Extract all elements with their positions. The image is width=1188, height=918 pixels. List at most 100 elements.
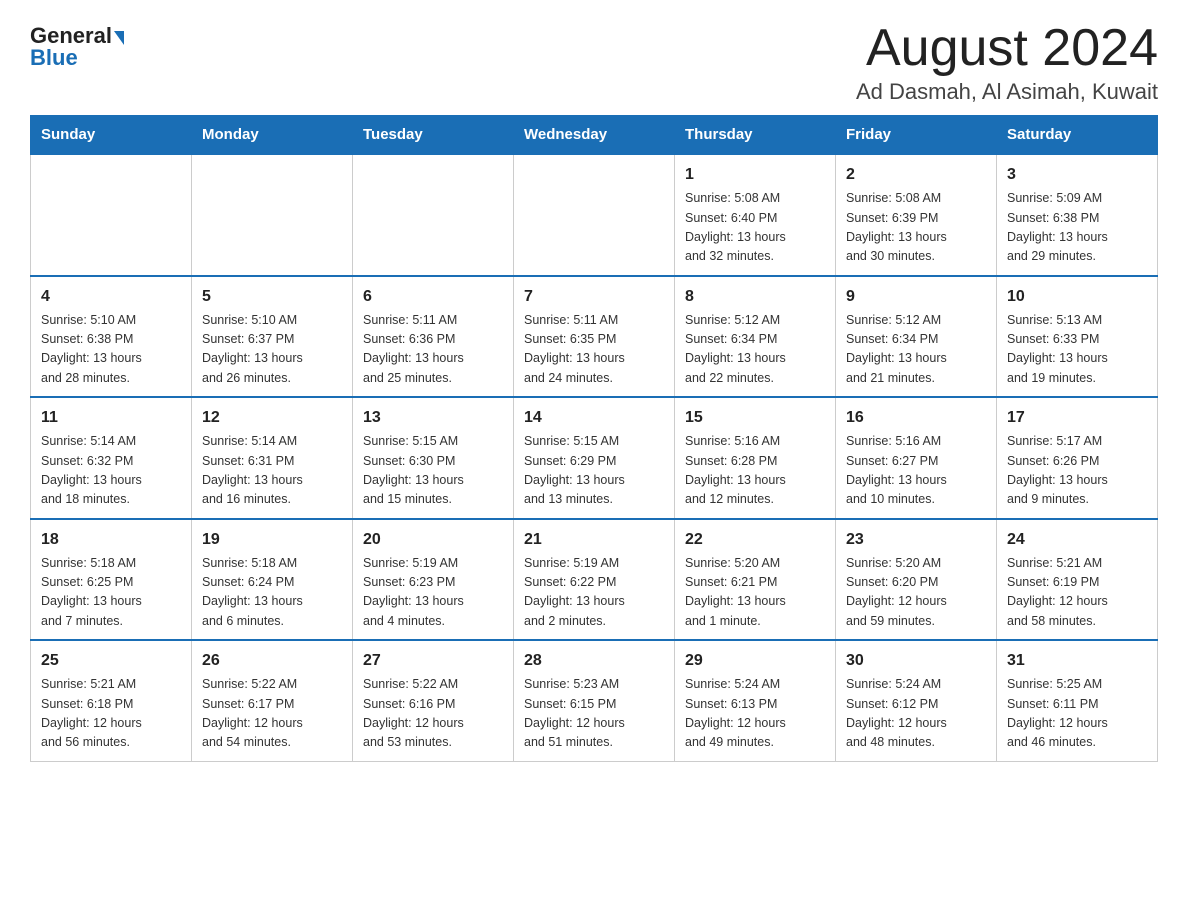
day-number: 22 (685, 528, 825, 552)
calendar-cell: 20Sunrise: 5:19 AM Sunset: 6:23 PM Dayli… (353, 519, 514, 641)
day-number: 7 (524, 285, 664, 309)
calendar-cell: 10Sunrise: 5:13 AM Sunset: 6:33 PM Dayli… (997, 276, 1158, 398)
day-info: Sunrise: 5:20 AM Sunset: 6:21 PM Dayligh… (685, 554, 825, 632)
calendar-cell: 18Sunrise: 5:18 AM Sunset: 6:25 PM Dayli… (31, 519, 192, 641)
calendar-cell: 19Sunrise: 5:18 AM Sunset: 6:24 PM Dayli… (192, 519, 353, 641)
day-number: 27 (363, 649, 503, 673)
calendar-cell: 4Sunrise: 5:10 AM Sunset: 6:38 PM Daylig… (31, 276, 192, 398)
day-number: 24 (1007, 528, 1147, 552)
day-number: 17 (1007, 406, 1147, 430)
logo-triangle-icon (114, 31, 124, 45)
day-info: Sunrise: 5:25 AM Sunset: 6:11 PM Dayligh… (1007, 675, 1147, 753)
calendar-cell: 3Sunrise: 5:09 AM Sunset: 6:38 PM Daylig… (997, 154, 1158, 276)
calendar-cell: 2Sunrise: 5:08 AM Sunset: 6:39 PM Daylig… (836, 154, 997, 276)
day-number: 18 (41, 528, 181, 552)
day-number: 31 (1007, 649, 1147, 673)
calendar-cell: 21Sunrise: 5:19 AM Sunset: 6:22 PM Dayli… (514, 519, 675, 641)
calendar-cell: 28Sunrise: 5:23 AM Sunset: 6:15 PM Dayli… (514, 640, 675, 761)
day-number: 19 (202, 528, 342, 552)
day-info: Sunrise: 5:19 AM Sunset: 6:23 PM Dayligh… (363, 554, 503, 632)
location: Ad Dasmah, Al Asimah, Kuwait (856, 79, 1158, 105)
calendar-cell: 12Sunrise: 5:14 AM Sunset: 6:31 PM Dayli… (192, 397, 353, 519)
day-number: 15 (685, 406, 825, 430)
calendar-cell: 26Sunrise: 5:22 AM Sunset: 6:17 PM Dayli… (192, 640, 353, 761)
day-info: Sunrise: 5:19 AM Sunset: 6:22 PM Dayligh… (524, 554, 664, 632)
logo: General Blue (30, 20, 124, 71)
calendar-cell: 30Sunrise: 5:24 AM Sunset: 6:12 PM Dayli… (836, 640, 997, 761)
day-info: Sunrise: 5:12 AM Sunset: 6:34 PM Dayligh… (685, 311, 825, 389)
calendar-cell: 24Sunrise: 5:21 AM Sunset: 6:19 PM Dayli… (997, 519, 1158, 641)
weekday-header-monday: Monday (192, 116, 353, 155)
day-number: 20 (363, 528, 503, 552)
day-number: 3 (1007, 163, 1147, 187)
calendar-cell: 9Sunrise: 5:12 AM Sunset: 6:34 PM Daylig… (836, 276, 997, 398)
weekday-header-saturday: Saturday (997, 116, 1158, 155)
day-info: Sunrise: 5:21 AM Sunset: 6:19 PM Dayligh… (1007, 554, 1147, 632)
week-row-3: 11Sunrise: 5:14 AM Sunset: 6:32 PM Dayli… (31, 397, 1158, 519)
calendar-cell: 6Sunrise: 5:11 AM Sunset: 6:36 PM Daylig… (353, 276, 514, 398)
calendar-table: SundayMondayTuesdayWednesdayThursdayFrid… (30, 115, 1158, 762)
day-info: Sunrise: 5:14 AM Sunset: 6:31 PM Dayligh… (202, 432, 342, 510)
day-info: Sunrise: 5:18 AM Sunset: 6:25 PM Dayligh… (41, 554, 181, 632)
page-header: General Blue August 2024 Ad Dasmah, Al A… (30, 20, 1158, 105)
weekday-header-friday: Friday (836, 116, 997, 155)
calendar-cell: 8Sunrise: 5:12 AM Sunset: 6:34 PM Daylig… (675, 276, 836, 398)
calendar-cell: 17Sunrise: 5:17 AM Sunset: 6:26 PM Dayli… (997, 397, 1158, 519)
calendar-cell: 25Sunrise: 5:21 AM Sunset: 6:18 PM Dayli… (31, 640, 192, 761)
calendar-cell: 7Sunrise: 5:11 AM Sunset: 6:35 PM Daylig… (514, 276, 675, 398)
day-number: 12 (202, 406, 342, 430)
calendar-cell: 13Sunrise: 5:15 AM Sunset: 6:30 PM Dayli… (353, 397, 514, 519)
day-number: 29 (685, 649, 825, 673)
day-number: 21 (524, 528, 664, 552)
calendar-cell: 11Sunrise: 5:14 AM Sunset: 6:32 PM Dayli… (31, 397, 192, 519)
day-number: 11 (41, 406, 181, 430)
weekday-header-wednesday: Wednesday (514, 116, 675, 155)
calendar-cell: 14Sunrise: 5:15 AM Sunset: 6:29 PM Dayli… (514, 397, 675, 519)
day-number: 13 (363, 406, 503, 430)
day-number: 2 (846, 163, 986, 187)
day-info: Sunrise: 5:22 AM Sunset: 6:17 PM Dayligh… (202, 675, 342, 753)
week-row-4: 18Sunrise: 5:18 AM Sunset: 6:25 PM Dayli… (31, 519, 1158, 641)
day-info: Sunrise: 5:09 AM Sunset: 6:38 PM Dayligh… (1007, 189, 1147, 267)
week-row-5: 25Sunrise: 5:21 AM Sunset: 6:18 PM Dayli… (31, 640, 1158, 761)
day-number: 1 (685, 163, 825, 187)
day-info: Sunrise: 5:08 AM Sunset: 6:40 PM Dayligh… (685, 189, 825, 267)
day-number: 16 (846, 406, 986, 430)
day-info: Sunrise: 5:24 AM Sunset: 6:12 PM Dayligh… (846, 675, 986, 753)
day-info: Sunrise: 5:11 AM Sunset: 6:35 PM Dayligh… (524, 311, 664, 389)
weekday-header-thursday: Thursday (675, 116, 836, 155)
day-number: 10 (1007, 285, 1147, 309)
day-info: Sunrise: 5:11 AM Sunset: 6:36 PM Dayligh… (363, 311, 503, 389)
logo-blue: Blue (30, 45, 78, 71)
day-info: Sunrise: 5:17 AM Sunset: 6:26 PM Dayligh… (1007, 432, 1147, 510)
calendar-cell: 16Sunrise: 5:16 AM Sunset: 6:27 PM Dayli… (836, 397, 997, 519)
day-info: Sunrise: 5:15 AM Sunset: 6:29 PM Dayligh… (524, 432, 664, 510)
day-number: 5 (202, 285, 342, 309)
day-number: 25 (41, 649, 181, 673)
day-number: 14 (524, 406, 664, 430)
calendar-cell (353, 154, 514, 276)
day-info: Sunrise: 5:08 AM Sunset: 6:39 PM Dayligh… (846, 189, 986, 267)
week-row-2: 4Sunrise: 5:10 AM Sunset: 6:38 PM Daylig… (31, 276, 1158, 398)
week-row-1: 1Sunrise: 5:08 AM Sunset: 6:40 PM Daylig… (31, 154, 1158, 276)
day-number: 26 (202, 649, 342, 673)
day-number: 6 (363, 285, 503, 309)
calendar-cell (514, 154, 675, 276)
day-info: Sunrise: 5:23 AM Sunset: 6:15 PM Dayligh… (524, 675, 664, 753)
calendar-cell (31, 154, 192, 276)
day-info: Sunrise: 5:10 AM Sunset: 6:38 PM Dayligh… (41, 311, 181, 389)
weekday-header-row: SundayMondayTuesdayWednesdayThursdayFrid… (31, 116, 1158, 155)
day-info: Sunrise: 5:13 AM Sunset: 6:33 PM Dayligh… (1007, 311, 1147, 389)
calendar-cell: 22Sunrise: 5:20 AM Sunset: 6:21 PM Dayli… (675, 519, 836, 641)
day-info: Sunrise: 5:24 AM Sunset: 6:13 PM Dayligh… (685, 675, 825, 753)
calendar-cell: 31Sunrise: 5:25 AM Sunset: 6:11 PM Dayli… (997, 640, 1158, 761)
day-info: Sunrise: 5:12 AM Sunset: 6:34 PM Dayligh… (846, 311, 986, 389)
day-info: Sunrise: 5:21 AM Sunset: 6:18 PM Dayligh… (41, 675, 181, 753)
calendar-cell (192, 154, 353, 276)
day-number: 9 (846, 285, 986, 309)
day-number: 28 (524, 649, 664, 673)
day-info: Sunrise: 5:20 AM Sunset: 6:20 PM Dayligh… (846, 554, 986, 632)
weekday-header-tuesday: Tuesday (353, 116, 514, 155)
month-title: August 2024 (856, 20, 1158, 77)
calendar-cell: 23Sunrise: 5:20 AM Sunset: 6:20 PM Dayli… (836, 519, 997, 641)
